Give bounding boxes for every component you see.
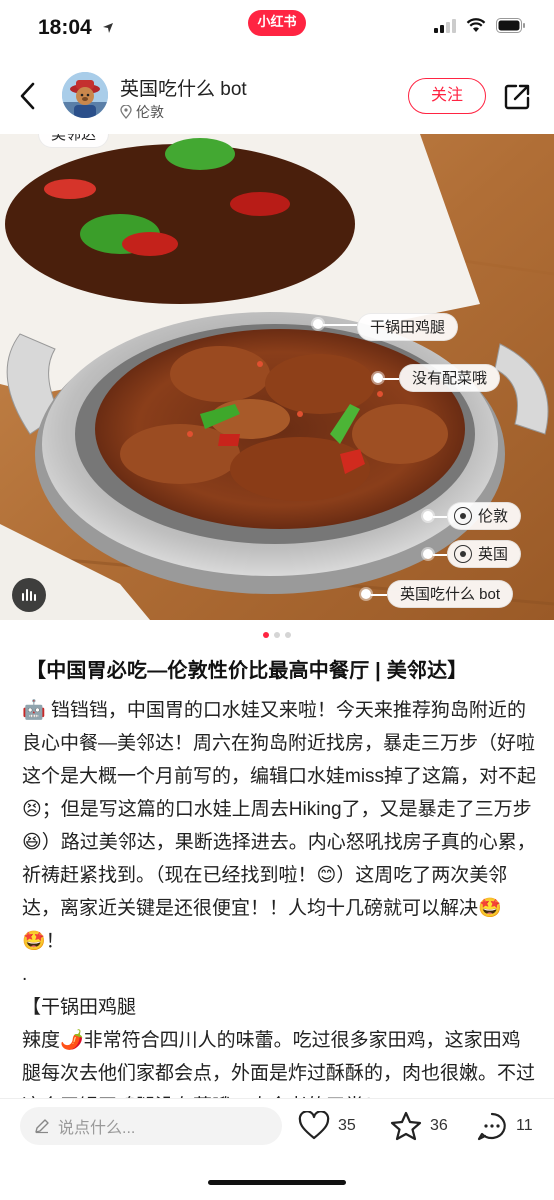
photo-tag-line xyxy=(383,378,399,380)
like-count: 35 xyxy=(338,1117,356,1134)
author-location-text: 伦敦 xyxy=(136,104,164,120)
brand-logo: 小红书 xyxy=(248,10,306,36)
photo-tag-dot xyxy=(361,589,371,599)
post-body: 🤖 铛铛铛，中国胃的口水娃又来啦！今天来推荐狗岛附近的良心中餐—美邻达！周六在狗… xyxy=(22,694,538,1123)
carousel-dot xyxy=(274,632,280,638)
like-button[interactable]: 35 xyxy=(298,1109,356,1143)
photo-tag-dish[interactable]: 干锅田鸡腿 xyxy=(357,313,459,341)
photo-tag-line xyxy=(433,516,447,518)
photo-tag-dot xyxy=(373,373,383,383)
comment-count: 11 xyxy=(516,1117,533,1134)
carousel-indicator xyxy=(0,632,554,638)
audio-wave-button[interactable] xyxy=(12,578,46,612)
star-icon xyxy=(390,1111,422,1141)
wifi-icon xyxy=(466,18,486,32)
photo-tag-country-label: 英国 xyxy=(478,545,509,563)
carousel-dot-active xyxy=(263,632,269,638)
photo-tag-line xyxy=(323,324,357,326)
heart-icon xyxy=(298,1111,330,1140)
post-header: 英国吃什么 bot 伦敦 关注 xyxy=(0,58,554,134)
status-bar: 18:04 小红书 xyxy=(0,0,554,58)
photo-tag-dish-label: 干锅田鸡腿 xyxy=(370,318,446,336)
post-paragraph-dot: . xyxy=(22,964,28,985)
post-paragraph-dish-heading: 【干锅田鸡腿 xyxy=(22,997,137,1018)
location-arrow-icon xyxy=(103,23,113,33)
location-pin-icon xyxy=(454,545,472,563)
post-photo[interactable]: 美邻达 干锅田鸡腿 没有配菜哦 伦敦 英国 英国吃什么 bot xyxy=(0,134,554,620)
carousel-dot xyxy=(285,632,291,638)
pencil-icon xyxy=(35,1119,49,1134)
author-location: 伦敦 xyxy=(120,102,164,122)
comment-input[interactable]: 说点什么... xyxy=(20,1107,282,1145)
photo-tag-city[interactable]: 伦敦 xyxy=(447,502,522,530)
battery-icon xyxy=(496,18,525,33)
comment-placeholder: 说点什么... xyxy=(58,1120,136,1137)
location-pin-icon xyxy=(454,507,472,525)
post-title: 【中国胃必吃—伦敦性价比最高中餐厅 | 美邻达】 xyxy=(26,660,468,682)
photo-tag-restaurant-label: 美邻达 xyxy=(51,134,97,143)
photo-tag-no-veg-label: 没有配菜哦 xyxy=(412,369,488,387)
cellular-signal-icon xyxy=(434,18,456,33)
photo-tag-account[interactable]: 英国吃什么 bot xyxy=(387,580,514,608)
audio-wave-icon xyxy=(22,589,36,601)
back-button[interactable] xyxy=(14,78,44,114)
photo-tag-dot xyxy=(423,549,433,559)
comment-button[interactable]: 11 xyxy=(476,1109,533,1143)
status-icons xyxy=(434,18,526,33)
collect-count: 36 xyxy=(430,1117,448,1134)
location-pin-icon xyxy=(120,105,132,119)
home-indicator[interactable] xyxy=(208,1180,346,1185)
photo-tag-restaurant[interactable]: 美邻达 xyxy=(38,134,110,148)
post-paragraph-intro: 🤖 铛铛铛，中国胃的口水娃又来啦！今天来推荐狗岛附近的良心中餐—美邻达！周六在狗… xyxy=(22,700,537,952)
bottom-action-bar: 说点什么... 35 36 11 xyxy=(0,1098,554,1160)
photo-tag-dot xyxy=(313,319,323,329)
author-name[interactable]: 英国吃什么 bot xyxy=(120,74,247,101)
collect-button[interactable]: 36 xyxy=(390,1109,448,1143)
follow-button[interactable]: 关注 xyxy=(408,78,486,114)
photo-tag-line xyxy=(433,554,447,556)
photo-tag-line xyxy=(371,594,387,596)
author-avatar[interactable] xyxy=(62,72,108,118)
photo-tag-account-label: 英国吃什么 bot xyxy=(400,585,501,603)
photo-tag-dot xyxy=(423,511,433,521)
share-icon[interactable] xyxy=(502,82,532,112)
photo-tag-country[interactable]: 英国 xyxy=(447,540,522,568)
status-time: 18:04 xyxy=(38,16,92,39)
comment-bubble-icon xyxy=(477,1112,506,1141)
photo-tag-no-veg[interactable]: 没有配菜哦 xyxy=(399,364,501,392)
photo-tag-city-label: 伦敦 xyxy=(478,507,509,525)
